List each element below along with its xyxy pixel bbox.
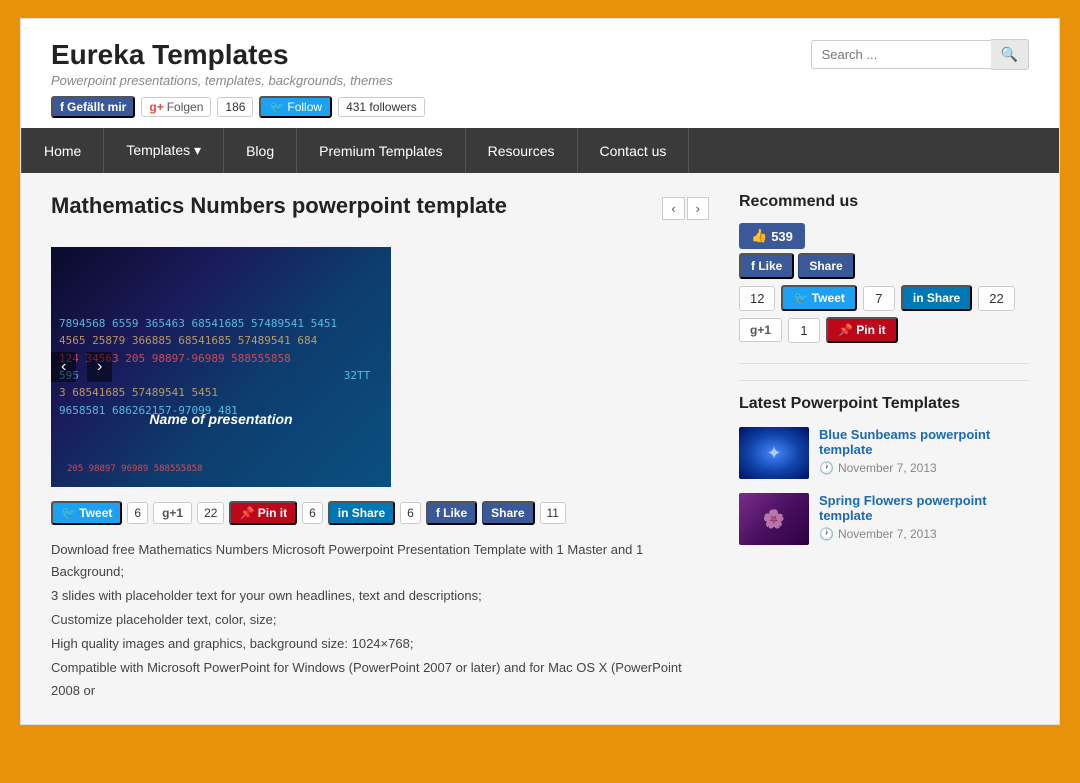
gplus-share-count: 22 — [197, 502, 224, 524]
gplus-icon: g+ — [149, 100, 163, 114]
navigation: Home Templates ▾ Blog Premium Templates … — [21, 128, 1059, 173]
nav-home[interactable]: Home — [21, 128, 104, 173]
gplus-count: 186 — [217, 97, 253, 117]
fb-like-label: Gefällt mir — [67, 100, 126, 114]
page-wrapper: Eureka Templates Powerpoint presentation… — [20, 18, 1060, 725]
like-count-box: 👍 539 — [739, 223, 805, 249]
latest-section: Latest Powerpoint Templates ✦ Blue Sunbe… — [739, 380, 1029, 545]
sidebar-linkedin-button[interactable]: in Share — [901, 285, 972, 311]
twitter-follow-button[interactable]: 🐦 Follow — [259, 96, 332, 118]
article-text: Download free Mathematics Numbers Micros… — [51, 539, 709, 702]
article-title: Mathematics Numbers powerpoint template — [51, 193, 507, 219]
divider — [739, 363, 1029, 364]
number-line-5: 3 68541685 57489541 5451 — [51, 384, 391, 401]
header-left: Eureka Templates Powerpoint presentation… — [51, 39, 425, 118]
bottom-numbers: 205 98897 96989 588555858 — [59, 462, 383, 477]
fb-icon: f — [60, 100, 64, 114]
search-button[interactable]: 🔍 — [991, 39, 1029, 70]
article-para-5: Compatible with Microsoft PowerPoint for… — [51, 657, 709, 701]
sidebar-fb-share-button[interactable]: Share — [798, 253, 854, 279]
clock-icon-1: 🕐 — [819, 461, 834, 475]
share-bar: 🐦 Tweet 6 g+1 22 📌 Pin it 6 in Share 6 f… — [51, 501, 709, 525]
prev-arrow-button[interactable]: ‹ — [662, 197, 684, 220]
article-para-2: 3 slides with placeholder text for your … — [51, 585, 709, 607]
sidebar-gplus-count: 22 — [978, 286, 1014, 311]
search-input[interactable] — [811, 40, 991, 69]
sidebar-tweet-button[interactable]: 🐦 Tweet — [781, 285, 856, 311]
like-block: 👍 539 f Like Share — [739, 223, 1029, 279]
social-bar: f Gefällt mir g+ Folgen 186 🐦 Follow 431… — [51, 96, 425, 118]
latest-item-1-date: 🕐 November 7, 2013 — [819, 461, 1029, 475]
site-tagline: Powerpoint presentations, templates, bac… — [51, 73, 425, 88]
nav-blog[interactable]: Blog — [224, 128, 297, 173]
site-title: Eureka Templates — [51, 39, 425, 71]
latest-item-1: ✦ Blue Sunbeams powerpoint template 🕐 No… — [739, 427, 1029, 479]
latest-item-2-title[interactable]: Spring Flowers powerpoint template — [819, 493, 1029, 523]
search-area: 🔍 — [811, 39, 1029, 70]
main-content: Mathematics Numbers powerpoint template … — [51, 193, 709, 704]
article-para-3: Customize placeholder text, color, size; — [51, 609, 709, 631]
pin-count: 6 — [302, 502, 323, 524]
social-counts-row: 12 🐦 Tweet 7 in Share 22 g+1 1 📌 Pin it — [739, 285, 1029, 343]
slideshow-prev-button[interactable]: ‹ — [51, 352, 76, 382]
fb-article-share-button[interactable]: Share — [482, 501, 534, 525]
sidebar-share-count: 7 — [863, 286, 895, 311]
slide-numbers-bottom: 205 98897 96989 588555858 — [51, 462, 391, 477]
latest-title: Latest Powerpoint Templates — [739, 380, 1029, 413]
recommend-title: Recommend us — [739, 193, 1029, 211]
nav-premium[interactable]: Premium Templates — [297, 128, 465, 173]
twitter-bird-icon: 🐦 — [269, 100, 284, 114]
article-para-1: Download free Mathematics Numbers Micros… — [51, 539, 709, 583]
slideshow-next-button[interactable]: › — [87, 352, 112, 382]
linkedin-share-button[interactable]: in Share — [328, 501, 395, 525]
thumbup-icon: 👍 — [751, 228, 767, 244]
slideshow: 7894568 6559 365463 68541685 57489541 54… — [51, 247, 391, 487]
latest-info-1: Blue Sunbeams powerpoint template 🕐 Nove… — [819, 427, 1029, 475]
tweet-button[interactable]: 🐦 Tweet — [51, 501, 122, 525]
sidebar: Recommend us 👍 539 f Like Share 12 🐦 Twe… — [739, 193, 1029, 704]
nav-templates[interactable]: Templates ▾ — [104, 128, 224, 173]
gplus-share-button[interactable]: g+1 — [153, 502, 192, 524]
fb-article-count: 11 — [540, 502, 566, 524]
number-line-2: 4565 25879 366885 68541685 57489541 684 — [51, 332, 391, 349]
sidebar-fb-like-button[interactable]: f Like — [739, 253, 794, 279]
twitter-follow-label: Follow — [287, 100, 322, 114]
sidebar-tweet-count: 12 — [739, 286, 775, 311]
pin-button[interactable]: 📌 Pin it — [229, 501, 297, 525]
header: Eureka Templates Powerpoint presentation… — [21, 19, 1059, 128]
clock-icon-2: 🕐 — [819, 527, 834, 541]
sidebar-gplus-button[interactable]: g+1 — [739, 318, 782, 342]
linkedin-count: 6 — [400, 502, 421, 524]
sidebar-pin-button[interactable]: 📌 Pin it — [826, 317, 898, 343]
sidebar-pin-count: 1 — [788, 318, 820, 343]
article-para-4: High quality images and graphics, backgr… — [51, 633, 709, 655]
tweet-count: 6 — [127, 502, 148, 524]
blue-thumb: ✦ — [739, 427, 809, 479]
number-line-1: 7894568 6559 365463 68541685 57489541 54… — [51, 315, 391, 332]
purple-thumb: 🌸 — [739, 493, 809, 545]
next-arrow-button[interactable]: › — [687, 197, 709, 220]
gplus-follow-button[interactable]: g+ Folgen — [141, 97, 211, 117]
sparkle-icon: ✦ — [766, 443, 781, 464]
fb-article-like-button[interactable]: f Like — [426, 501, 477, 525]
slide-label: Name of presentation — [149, 411, 292, 427]
latest-thumb-2: 🌸 — [739, 493, 809, 545]
nav-resources[interactable]: Resources — [466, 128, 578, 173]
recommend-section: Recommend us 👍 539 f Like Share 12 🐦 Twe… — [739, 193, 1029, 343]
like-count: 539 — [771, 229, 793, 244]
gplus-follow-label: Folgen — [167, 100, 204, 114]
latest-info-2: Spring Flowers powerpoint template 🕐 Nov… — [819, 493, 1029, 541]
content-wrapper: Mathematics Numbers powerpoint template … — [21, 173, 1059, 724]
latest-item-1-title[interactable]: Blue Sunbeams powerpoint template — [819, 427, 1029, 457]
nav-arrows: ‹ › — [662, 197, 709, 220]
latest-item-2: 🌸 Spring Flowers powerpoint template 🕐 N… — [739, 493, 1029, 545]
fb-like-button[interactable]: f Gefällt mir — [51, 96, 135, 118]
twitter-follower-count: 431 followers — [338, 97, 425, 117]
latest-thumb-1: ✦ — [739, 427, 809, 479]
flower-icon: 🌸 — [763, 509, 785, 530]
nav-contact[interactable]: Contact us — [578, 128, 690, 173]
latest-item-2-date: 🕐 November 7, 2013 — [819, 527, 1029, 541]
